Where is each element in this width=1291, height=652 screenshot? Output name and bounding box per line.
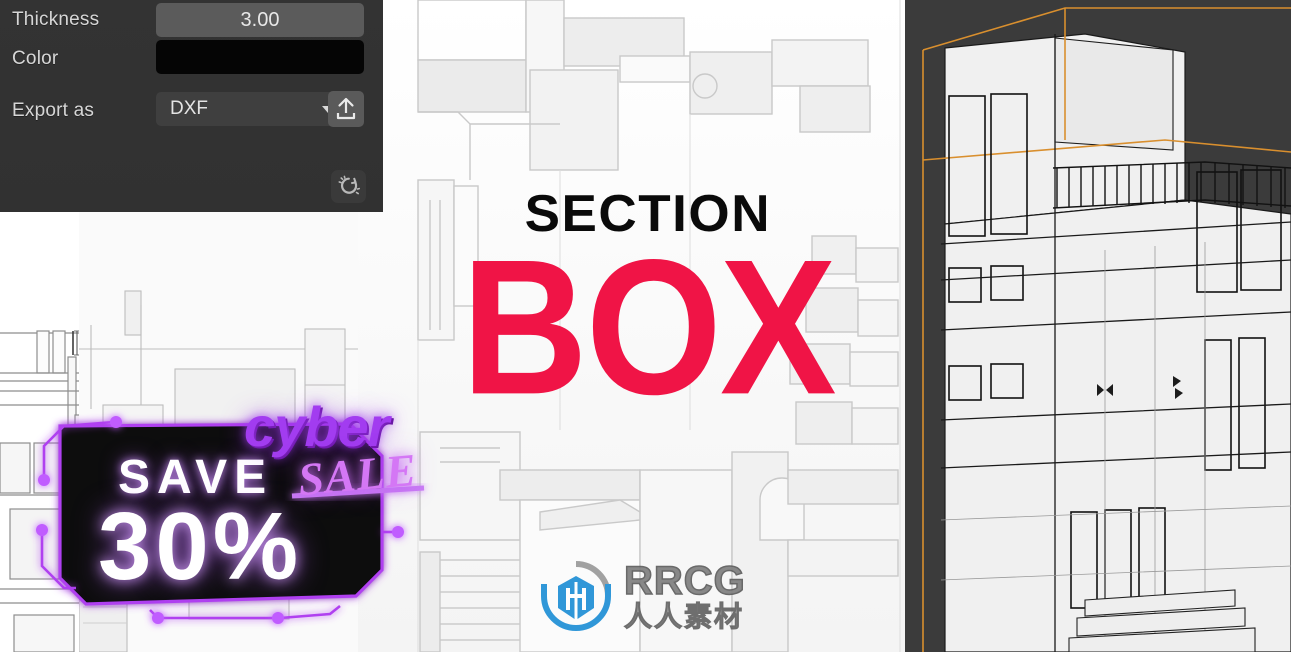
promo-sale-text: SALE bbox=[296, 443, 420, 506]
product-headline: SECTION BOX bbox=[461, 100, 836, 480]
watermark-brand-en: RRCG bbox=[623, 559, 746, 603]
rrcg-shield-icon bbox=[541, 561, 611, 632]
promo-percent-text: 30% bbox=[98, 493, 303, 600]
thickness-input[interactable]: 3.00 bbox=[156, 3, 364, 37]
upload-icon bbox=[336, 97, 356, 120]
export-button[interactable] bbox=[328, 91, 364, 127]
refresh-button[interactable] bbox=[331, 170, 366, 203]
headline-box: BOX bbox=[461, 220, 836, 436]
thickness-label: Thickness bbox=[12, 9, 100, 30]
refresh-spinner-icon bbox=[338, 175, 360, 194]
export-as-label: Export as bbox=[12, 100, 95, 121]
color-label: Color bbox=[12, 48, 59, 69]
viewport-3d[interactable] bbox=[905, 0, 1291, 652]
color-swatch[interactable] bbox=[156, 40, 364, 74]
watermark-brand-cn: 人人素材 bbox=[624, 601, 745, 632]
viewport-3d-wireframe bbox=[905, 0, 1291, 652]
screenshot-root: SECTION BOX Thickness 3.00 Color Export … bbox=[0, 0, 1291, 652]
properties-panel: Thickness 3.00 Color Export as DXF bbox=[0, 0, 383, 212]
thickness-value: 3.00 bbox=[240, 8, 280, 31]
promo-badge: SAVE 30% cyber SALE bbox=[30, 395, 460, 632]
export-format-select[interactable]: DXF bbox=[156, 92, 346, 126]
watermark-text: RRCG 人人素材 bbox=[623, 559, 746, 632]
watermark: RRCG 人人素材 bbox=[538, 555, 753, 637]
export-format-value: DXF bbox=[170, 98, 208, 119]
